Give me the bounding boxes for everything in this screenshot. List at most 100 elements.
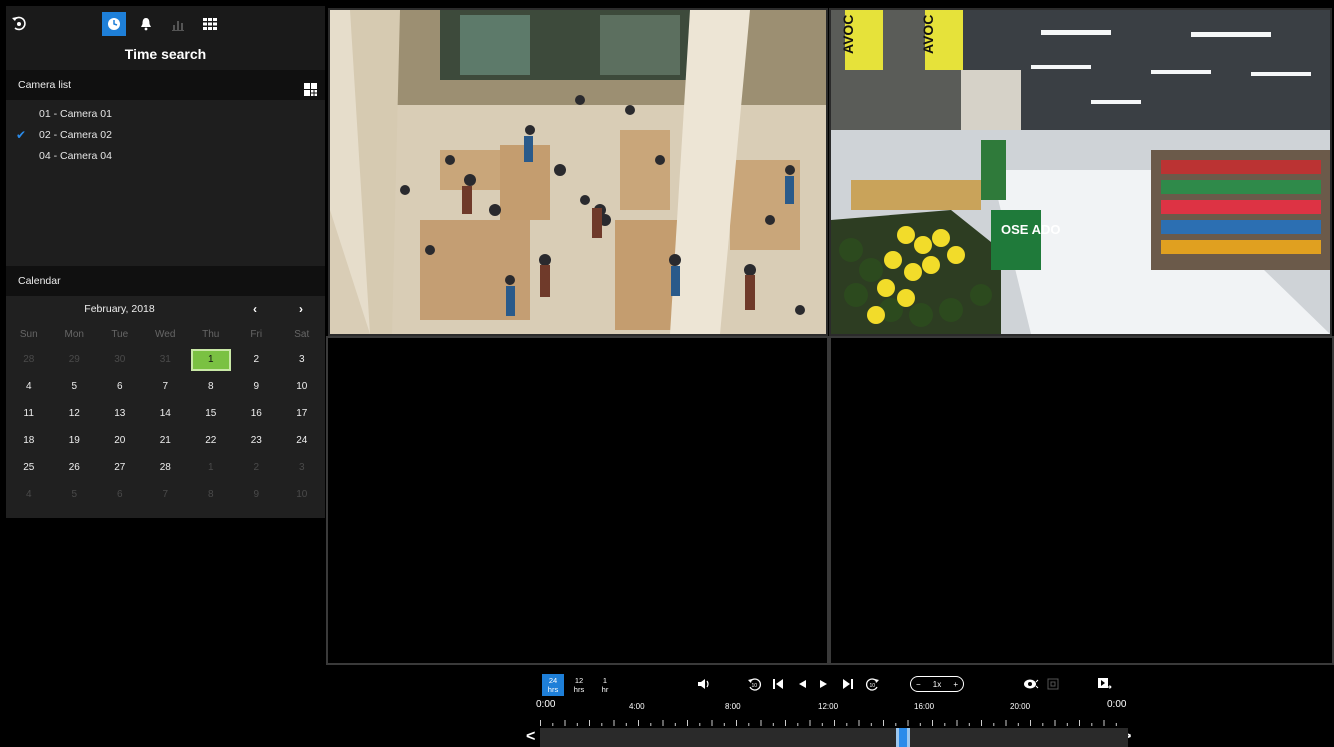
- calendar-day[interactable]: 4: [6, 373, 52, 400]
- timeline-tick: [1079, 720, 1080, 726]
- timeline-tick: [1091, 723, 1093, 726]
- camera-list: 01 - Camera 01 ✔ 02 - Camera 02 04 - Cam…: [6, 100, 325, 266]
- calendar-day[interactable]: 21: [143, 427, 189, 454]
- calendar-day[interactable]: 15: [188, 400, 234, 427]
- calendar-day[interactable]: 11: [6, 400, 52, 427]
- timeline-track[interactable]: [540, 728, 1128, 747]
- calendar-title: Calendar: [18, 275, 61, 287]
- calendar-day: 28: [23, 354, 35, 365]
- bell-icon[interactable]: [134, 12, 158, 36]
- range-12hrs-button[interactable]: 12 hrs: [568, 674, 590, 696]
- range-unit: hrs: [547, 685, 559, 694]
- camera-label: 02 - Camera 02: [39, 129, 112, 141]
- camera-list-header: Camera list: [6, 70, 325, 100]
- timeline-tick: [540, 720, 541, 726]
- calendar-day[interactable]: 5: [52, 373, 98, 400]
- grid-icon[interactable]: [198, 12, 222, 36]
- calendar-day[interactable]: 17: [279, 400, 325, 427]
- calendar-day[interactable]: 9: [234, 373, 280, 400]
- weekday-label: Tue: [111, 329, 129, 340]
- video-tile-empty[interactable]: [326, 336, 829, 665]
- time-label: 16:00: [914, 702, 935, 711]
- back-to-live-icon[interactable]: [10, 14, 28, 32]
- rewind-10s-icon[interactable]: 10: [746, 676, 762, 692]
- weekday-label: Fri: [250, 329, 263, 340]
- timeline-tick: [760, 720, 762, 726]
- speed-decrease-button[interactable]: −: [916, 680, 921, 689]
- timeline[interactable]: [540, 720, 1129, 747]
- prev-month-button[interactable]: ‹: [245, 296, 265, 322]
- calendar: February, 2018 ‹ › Sun Mon Tue Wed Thu Fri Sat…: [6, 296, 325, 518]
- calendar-day[interactable]: 24: [279, 427, 325, 454]
- calendar-day[interactable]: 27: [97, 454, 143, 481]
- speed-control[interactable]: − 1x +: [910, 676, 964, 692]
- calendar-day[interactable]: 6: [97, 373, 143, 400]
- snapshot-icon[interactable]: [1046, 676, 1060, 692]
- calendar-day[interactable]: 25: [6, 454, 52, 481]
- calendar-day[interactable]: 20: [97, 427, 143, 454]
- timeline-tick: [932, 720, 933, 726]
- video-tile-empty[interactable]: [829, 336, 1334, 665]
- speed-value: 1x: [932, 679, 942, 689]
- play-icon[interactable]: [816, 676, 832, 692]
- next-month-button[interactable]: ›: [291, 296, 311, 322]
- timeline-tick: [785, 720, 786, 726]
- calendar-day[interactable]: 14: [143, 400, 189, 427]
- speed-increase-button[interactable]: +: [953, 680, 958, 689]
- calendar-day[interactable]: 1: [188, 346, 234, 373]
- calendar-day: 7: [162, 489, 169, 500]
- camera-label: 01 - Camera 01: [39, 108, 112, 120]
- camera-item[interactable]: ✔ 02 - Camera 02: [6, 125, 325, 146]
- time-label: 0:00: [536, 699, 556, 710]
- timeline-tick: [699, 723, 701, 726]
- calendar-day: 4: [25, 489, 32, 500]
- step-back-icon[interactable]: [794, 676, 810, 692]
- timeline-prev-button[interactable]: <: [526, 728, 535, 746]
- calendar-day[interactable]: 23: [234, 427, 280, 454]
- stats-icon[interactable]: [166, 12, 190, 36]
- skip-to-start-icon[interactable]: [770, 676, 786, 692]
- calendar-day[interactable]: 28: [143, 454, 189, 481]
- calendar-day[interactable]: 22: [188, 427, 234, 454]
- range-value: 24: [548, 676, 558, 685]
- calendar-day[interactable]: 13: [97, 400, 143, 427]
- timeline-tick: [968, 723, 970, 726]
- video-tile-camera-02[interactable]: AVOC AVOC OSE ADO: [829, 8, 1332, 336]
- weekday-label: Sat: [294, 329, 310, 340]
- weekday-label: Mon: [64, 329, 84, 340]
- camera-item[interactable]: 04 - Camera 04: [6, 146, 325, 167]
- range-24hrs-button[interactable]: 24 hrs: [542, 674, 564, 696]
- calendar-day[interactable]: 26: [52, 454, 98, 481]
- timeline-tick: [625, 723, 627, 726]
- page-title: Time search: [124, 46, 207, 62]
- clock-icon[interactable]: [102, 12, 126, 36]
- skip-to-end-icon[interactable]: [840, 676, 856, 692]
- watch-eye-icon[interactable]: [1022, 676, 1040, 692]
- store-video-frame: [330, 10, 826, 334]
- timeline-tick: [858, 720, 860, 726]
- forward-10s-icon[interactable]: 10: [864, 676, 880, 692]
- calendar-day[interactable]: 10: [279, 373, 325, 400]
- calendar-day[interactable]: 8: [188, 373, 234, 400]
- calendar-day[interactable]: 12: [52, 400, 98, 427]
- camera-item[interactable]: 01 - Camera 01: [6, 104, 325, 125]
- export-icon[interactable]: [1096, 676, 1112, 692]
- calendar-day[interactable]: 18: [6, 427, 52, 454]
- calendar-day[interactable]: 19: [52, 427, 98, 454]
- layout-icon[interactable]: [304, 78, 317, 96]
- range-value: 1: [602, 676, 608, 685]
- volume-icon[interactable]: [696, 676, 712, 692]
- calendar-day[interactable]: 2: [234, 346, 280, 373]
- calendar-day[interactable]: 3: [279, 346, 325, 373]
- calendar-day[interactable]: 7: [143, 373, 189, 400]
- supermarket-video-frame: AVOC AVOC OSE ADO: [831, 10, 1330, 334]
- svg-text:10: 10: [751, 683, 757, 689]
- calendar-day: 2: [253, 462, 260, 473]
- timeline-tick: [1042, 723, 1044, 726]
- calendar-day[interactable]: 16: [234, 400, 280, 427]
- timeline-ticks: [540, 720, 1129, 726]
- timeline-tick: [748, 723, 750, 726]
- range-1hr-button[interactable]: 1 hr: [594, 674, 616, 696]
- video-tile-camera-01[interactable]: [328, 8, 828, 336]
- time-labels: 0:00 4:00 8:00 12:00 16:00 20:00 0:00: [326, 699, 1334, 714]
